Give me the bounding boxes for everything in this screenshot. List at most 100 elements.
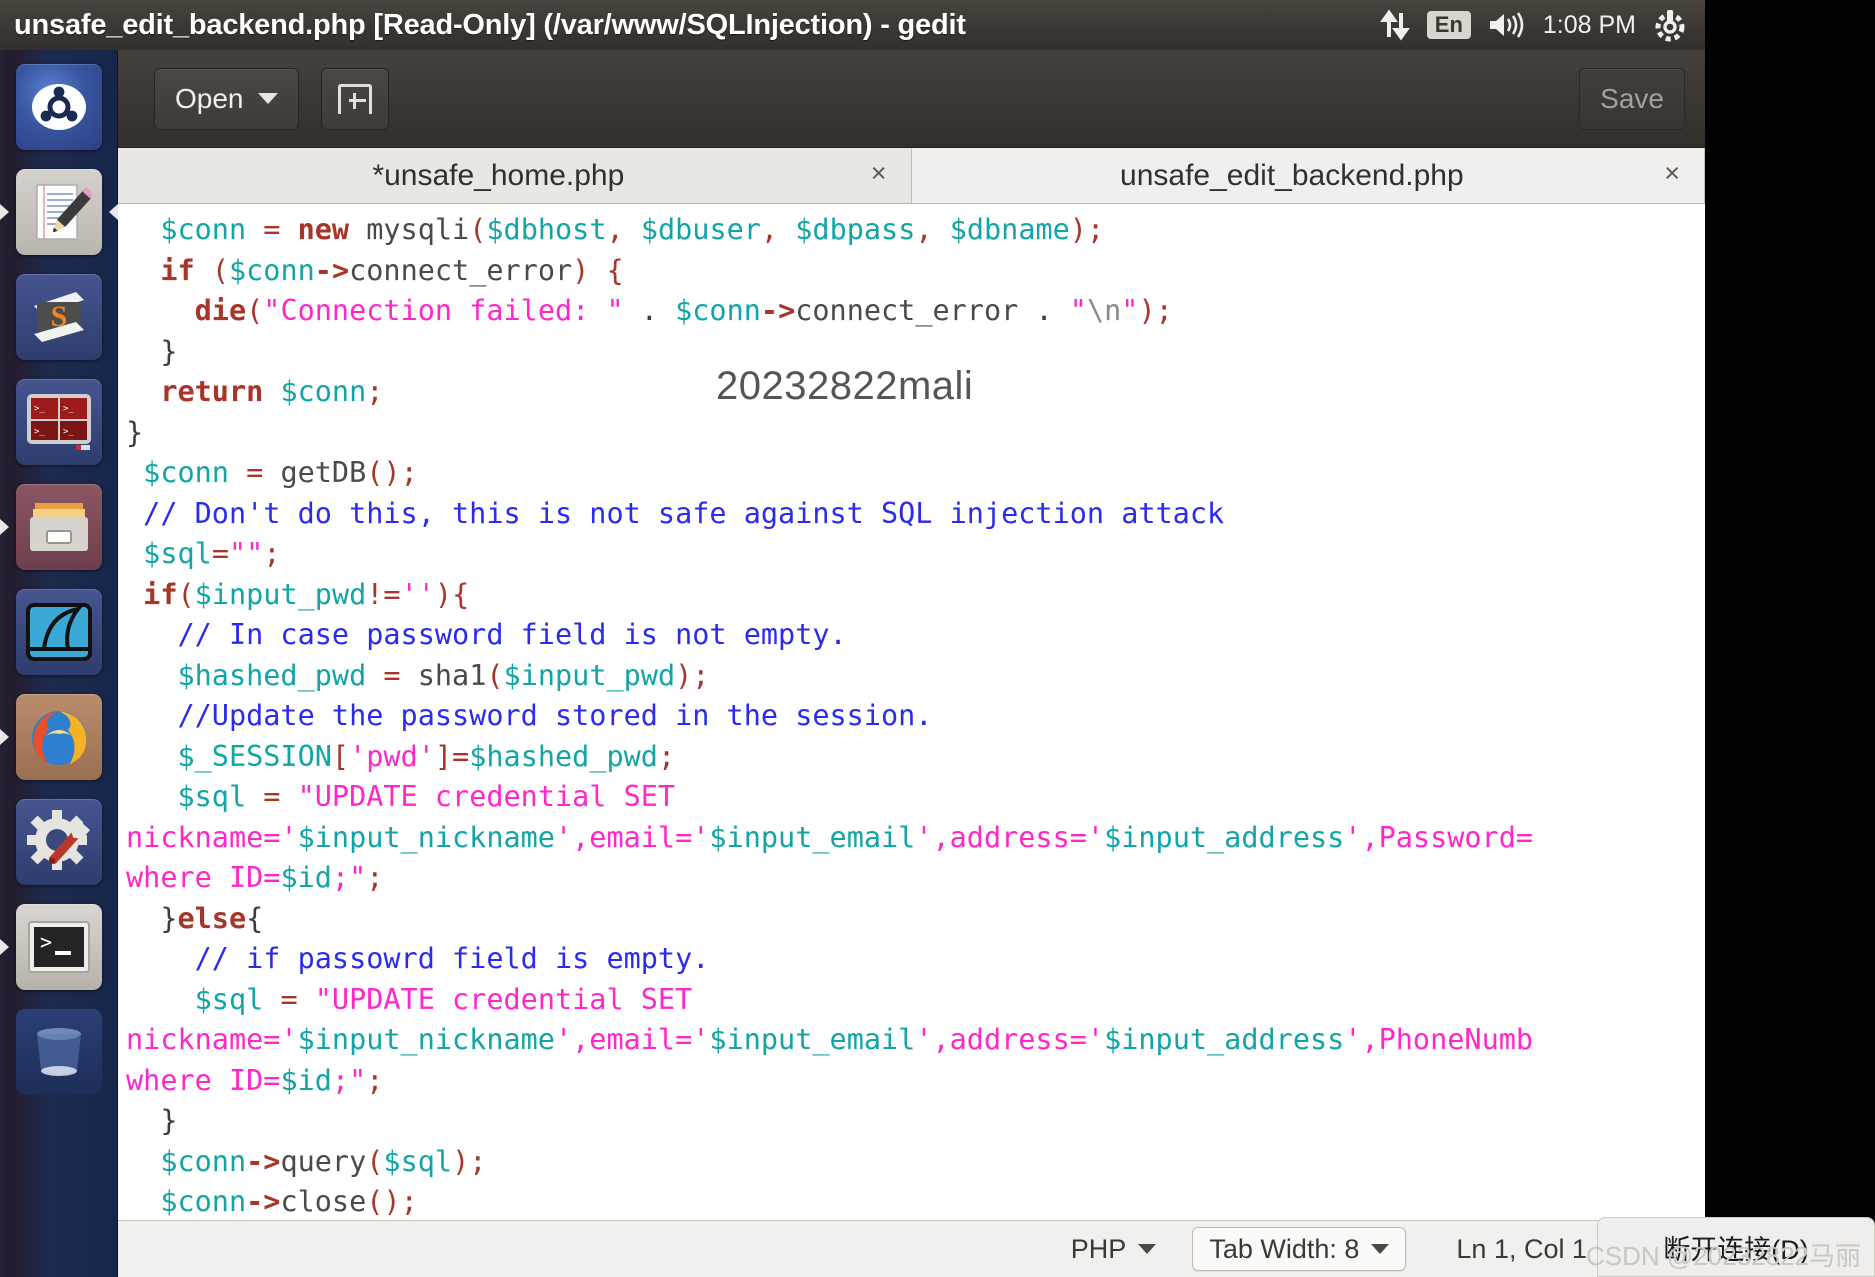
chevron-down-icon [1371, 1244, 1390, 1254]
code-token: = [246, 213, 298, 246]
close-icon[interactable]: × [861, 160, 893, 191]
code-token: query [280, 1144, 367, 1178]
code-editor-area[interactable]: $conn = new mysqli($dbhost, $dbuser, $db… [118, 204, 1705, 1220]
code-line: $conn = new mysqli($dbhost, $dbuser, $db… [126, 210, 1705, 251]
code-token: // In case password field is not empty. [177, 618, 847, 651]
code-token: } [126, 901, 178, 935]
running-indicator-left [0, 728, 9, 745]
code-token: ( [194, 253, 229, 287]
code-token: $input_pwd [503, 658, 676, 692]
code-token: " [1069, 294, 1087, 327]
launcher-item-terminal[interactable]: > [0, 894, 118, 999]
code-token: // Don't do this, this is not safe again… [143, 496, 1225, 530]
code-token: $input_pwd [194, 577, 367, 611]
tab-unsafe-home[interactable]: *unsafe_home.php × [118, 148, 912, 203]
launcher-item-wireshark[interactable] [0, 579, 118, 684]
network-icon[interactable] [1379, 9, 1410, 41]
code-line: if ($conn->connect_error) { [126, 251, 1705, 292]
new-tab-button[interactable] [320, 67, 389, 130]
launcher-item-trash[interactable] [0, 999, 118, 1104]
code-token: $input_address [1104, 820, 1345, 854]
tab-width-selector[interactable]: Tab Width: 8 [1192, 1227, 1407, 1271]
volume-icon[interactable] [1488, 10, 1526, 40]
code-token: "Connection failed: " [263, 294, 624, 327]
code-token: ',Password= [1344, 820, 1534, 854]
terminator-icon: >_ >_ >_ >_ [16, 378, 102, 465]
screen-root: unsafe_edit_backend.php [Read-Only] (/va… [0, 0, 1875, 1277]
tab-unsafe-edit-backend[interactable]: unsafe_edit_backend.php × [911, 148, 1705, 203]
code-token: $conn [160, 1185, 247, 1218]
code-token: , [606, 213, 641, 246]
launcher-item-settings[interactable] [0, 789, 118, 894]
launcher-item-firefox[interactable] [0, 684, 118, 789]
code-token: sha1 [417, 658, 487, 692]
code-token: } [126, 334, 178, 368]
code-token: ; [366, 375, 384, 408]
code-line: //Update the password stored in the sess… [126, 696, 1705, 737]
code-token: ( [177, 577, 195, 611]
code-token: ;" [331, 861, 367, 894]
code-token: $input_nickname [297, 820, 555, 854]
code-token: ){ [434, 577, 470, 611]
code-token: getDB [280, 456, 367, 489]
launcher-item-sublime-text[interactable]: S [0, 264, 118, 369]
clock[interactable]: 1:08 PM [1543, 11, 1636, 40]
save-button[interactable]: Save [1579, 67, 1685, 130]
code-token: , [760, 213, 796, 246]
code-token: 'pwd' [349, 739, 435, 773]
svg-text:>: > [40, 930, 52, 954]
code-token: $hashed_pwd [469, 739, 658, 773]
launcher-item-gedit[interactable] [0, 159, 118, 264]
code-token: ',email=' [554, 1023, 710, 1056]
code-token: (); [366, 1185, 418, 1218]
code-token: -> [314, 253, 350, 287]
code-token: = [263, 982, 315, 1016]
code-token: "UPDATE credential SET [314, 982, 693, 1016]
file-manager-icon [16, 483, 102, 570]
code-token: ( [366, 1144, 384, 1178]
code-token: " [1121, 294, 1139, 327]
keyboard-language-indicator[interactable]: En [1426, 10, 1471, 40]
session-menu-icon[interactable] [1653, 8, 1687, 42]
unity-launcher: S >_ >_ >_ >_ > [0, 50, 118, 1277]
code-token: return [160, 375, 264, 408]
source-code[interactable]: $conn = new mysqli($dbhost, $dbuser, $db… [118, 210, 1705, 1220]
unity-top-panel: unsafe_edit_backend.php [Read-Only] (/va… [0, 0, 1705, 50]
code-token: ; [657, 739, 676, 773]
close-icon[interactable]: × [1654, 160, 1686, 191]
launcher-item-terminator[interactable]: >_ >_ >_ >_ [0, 369, 118, 474]
launcher-item-ubuntu-dash[interactable] [0, 54, 118, 159]
code-token: ); [1069, 213, 1105, 246]
code-token: connect_error [795, 294, 1019, 327]
code-token: ( [246, 294, 264, 327]
code-token: ',PhoneNumb [1344, 1023, 1534, 1056]
language-selector[interactable]: PHP [1045, 1234, 1183, 1265]
disconnect-button[interactable]: 断开连接(D) [1597, 1217, 1875, 1277]
code-token: ) { [572, 253, 624, 287]
launcher-item-files[interactable] [0, 474, 118, 579]
code-token: nickname=' [126, 1023, 298, 1056]
tab-width-label: Tab Width: 8 [1209, 1233, 1360, 1264]
code-token: // if passowrd field is empty. [194, 942, 710, 975]
code-token: $sql [194, 982, 264, 1016]
ubuntu-logo-icon [16, 63, 102, 150]
wireshark-fin-icon [16, 588, 102, 675]
code-token: where ID= [126, 1063, 281, 1097]
code-line: $conn->query($sql); [126, 1142, 1705, 1183]
text-editor-icon [16, 168, 102, 255]
code-line: nickname='$input_nickname',email='$input… [126, 818, 1705, 859]
code-token: \n [1086, 294, 1122, 327]
code-token: ]= [434, 739, 470, 773]
open-button[interactable]: Open [154, 67, 299, 130]
